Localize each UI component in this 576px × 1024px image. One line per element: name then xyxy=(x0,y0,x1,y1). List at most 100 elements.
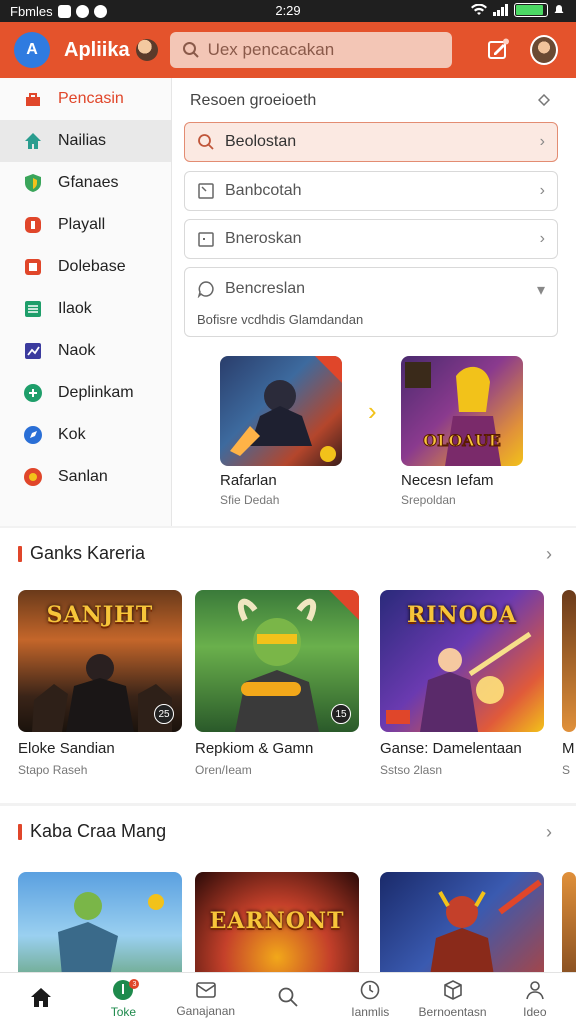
signal-icon xyxy=(493,4,508,16)
section-title: Ganks Kareria xyxy=(30,543,146,563)
avatar xyxy=(530,35,558,65)
filter-panel: Resoen groeioeth Beolostan › Banbcotah ›… xyxy=(172,78,576,526)
app-name: Apliika xyxy=(64,38,130,61)
game-title: Rafarlan xyxy=(220,472,277,489)
pin-icon xyxy=(22,466,44,488)
nav-ianmlis[interactable]: Ianmlis xyxy=(329,973,411,1024)
game-tile-partial[interactable]: M S xyxy=(562,590,576,777)
game-art-title: RINOOA xyxy=(406,602,518,628)
sidebar-item-gfanaes[interactable]: Gfanaes xyxy=(0,162,171,204)
search-icon xyxy=(278,987,298,1007)
rating-badge: 15 xyxy=(331,704,351,724)
chevron-right-icon[interactable]: › xyxy=(368,396,377,427)
nav-ideo[interactable]: Ideo xyxy=(494,973,576,1024)
sidebar-item-playall[interactable]: Playall xyxy=(0,204,171,246)
rating-badge: 25 xyxy=(154,704,174,724)
filter-option-beolostan[interactable]: Beolostan › xyxy=(184,122,558,162)
chevron-down-icon: ▾ xyxy=(536,282,545,299)
calendar-icon xyxy=(198,232,214,247)
sidebar-item-label: Ilaok xyxy=(58,300,92,317)
game-title: M xyxy=(562,740,575,757)
notification-icon xyxy=(57,4,71,18)
see-more-button[interactable]: › xyxy=(546,544,552,565)
sidebar-item-label: Naok xyxy=(58,342,96,359)
game-art-title: EARNONT xyxy=(209,908,345,934)
chart-icon xyxy=(22,340,44,362)
search-input[interactable] xyxy=(207,40,428,60)
svg-text:OLOAUE: OLOAUE xyxy=(423,431,501,450)
category-sidebar: Pencasin Nailias Gfanaes Playall Dolebas… xyxy=(0,78,172,526)
knight-artwork xyxy=(430,879,542,972)
wifi-icon xyxy=(471,4,487,15)
bell-icon xyxy=(554,5,564,13)
profile-button[interactable] xyxy=(530,35,558,65)
search-icon xyxy=(198,134,214,150)
nav-bernoentasn[interactable]: Bernoentasn xyxy=(411,973,493,1024)
game-tile-partial[interactable] xyxy=(562,872,576,972)
filter-option-description: Bofisre vcdhdis Glamdandan xyxy=(197,312,364,327)
app-logo[interactable]: A xyxy=(14,32,50,68)
game-tile[interactable]: EARNONT xyxy=(195,872,359,972)
section-kaba-craa-mang: Kaba Craa Mang › EARNONT xyxy=(0,806,576,972)
filter-option-bencreslan[interactable]: Bencreslan ▾ Bofisre vcdhdis Glamdandan xyxy=(184,267,558,337)
filter-option-label: Banbcotah xyxy=(225,182,302,199)
game-thumbnail: RINOOA xyxy=(380,590,544,732)
section-marker xyxy=(18,823,22,840)
nav-toke[interactable]: 3 Toke xyxy=(82,973,164,1024)
game-thumbnail xyxy=(562,590,576,732)
square-icon xyxy=(22,256,44,278)
sidebar-item-label: Kok xyxy=(58,426,86,443)
game-subtitle: Oren/Ieam xyxy=(195,763,252,777)
carrier-label: Fbmles xyxy=(10,3,53,19)
nav-ganajanan[interactable]: Ganajanan xyxy=(165,973,247,1024)
nav-label: Toke xyxy=(110,1004,137,1019)
mail-icon xyxy=(195,981,216,998)
sidebar-item-label: Gfanaes xyxy=(58,174,119,191)
game-tile[interactable] xyxy=(18,872,182,972)
messenger-icon xyxy=(75,4,89,18)
sidebar-item-label: Pencasin xyxy=(58,90,124,107)
see-more-button[interactable]: › xyxy=(546,822,552,843)
diamond-icon[interactable] xyxy=(538,94,550,106)
game-tile[interactable] xyxy=(380,872,544,972)
filter-option-banbcotah[interactable]: Banbcotah › xyxy=(184,171,558,211)
game-thumbnail xyxy=(562,872,576,972)
game-thumbnail: 15 xyxy=(195,590,359,732)
search-bar[interactable] xyxy=(169,32,452,68)
nav-label: Ianmlis xyxy=(351,1004,390,1019)
game-thumbnail: EARNONT xyxy=(195,872,359,972)
home-icon xyxy=(22,130,44,152)
search-icon xyxy=(182,42,199,58)
game-title: Necesn Iefam xyxy=(401,472,494,489)
game-tile[interactable]: RINOOA Ganse: Damelentaan Sstso 2lasn xyxy=(380,590,544,777)
sidebar-item-pencasin[interactable]: Pencasin xyxy=(0,78,171,120)
list-icon xyxy=(22,298,44,320)
game-title: Repkiom & Gamn xyxy=(195,740,314,757)
user-icon xyxy=(526,980,544,999)
filter-option-bneroskan[interactable]: Bneroskan › xyxy=(184,219,558,259)
app-icon xyxy=(93,4,107,18)
sidebar-item-sanlan[interactable]: Sanlan xyxy=(0,456,171,498)
filter-option-label: Bencreslan xyxy=(225,280,306,297)
edit-button[interactable] xyxy=(484,36,512,64)
featured-game-card[interactable]: Rafarlan Sfie Dedah xyxy=(220,356,342,507)
panel-title: Resoen groeioeth xyxy=(190,92,317,109)
nav-search[interactable] xyxy=(247,973,329,1024)
nav-home[interactable] xyxy=(0,973,82,1024)
sidebar-item-dolebase[interactable]: Dolebase xyxy=(0,246,171,288)
sidebar-item-label: Playall xyxy=(58,216,106,233)
game-title: Ganse: Damelentaan xyxy=(380,740,522,757)
sidebar-item-deplinkam[interactable]: Deplinkam xyxy=(0,372,171,414)
sidebar-item-kok[interactable]: Kok xyxy=(0,414,171,456)
sidebar-item-ilaok[interactable]: Ilaok xyxy=(0,288,171,330)
game-tile[interactable]: 15 Repkiom & Gamn Oren/Ieam xyxy=(195,590,359,777)
game-thumbnail xyxy=(220,356,342,466)
shield-icon xyxy=(22,172,44,194)
sidebar-item-nailias[interactable]: Nailias xyxy=(0,120,171,162)
sidebar-item-label: Deplinkam xyxy=(58,384,134,401)
link-icon xyxy=(22,382,44,404)
section-header: Kaba Craa Mang xyxy=(18,821,166,842)
sidebar-item-naok[interactable]: Naok xyxy=(0,330,171,372)
featured-game-card[interactable]: OLOAUE Necesn Iefam Srepoldan xyxy=(401,356,523,507)
game-tile[interactable]: SANJHT 25 Eloke Sandian Stapo Raseh xyxy=(18,590,182,777)
